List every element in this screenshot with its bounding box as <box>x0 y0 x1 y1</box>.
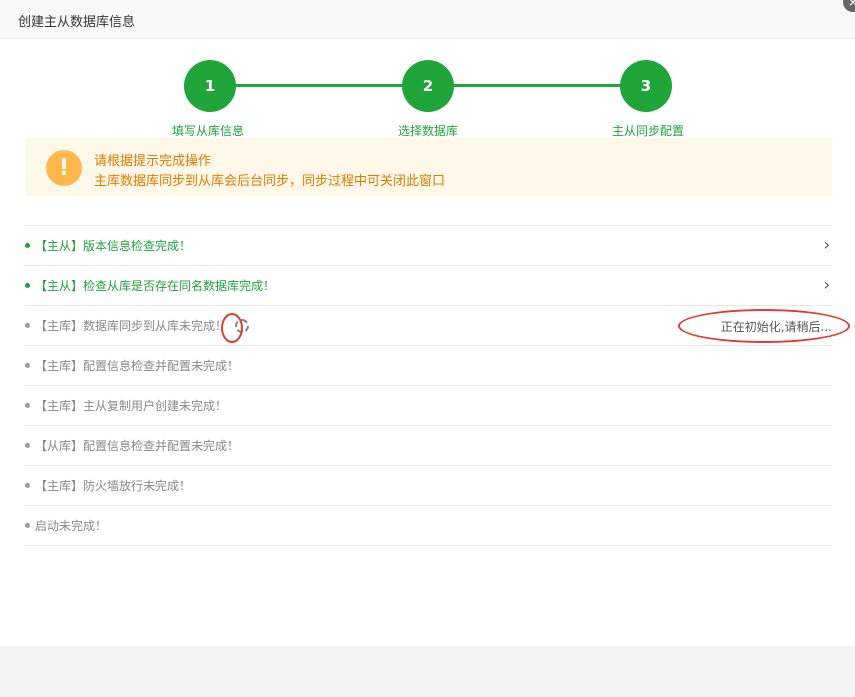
status-dot-icon <box>25 443 30 448</box>
dialog-header: 创建主从数据库信息 × <box>0 0 855 39</box>
step-2-label: 选择数据库 <box>397 124 458 138</box>
step-connector-2 <box>454 84 620 87</box>
check-item-text: 【主库】配置信息检查并配置未完成！ <box>35 359 240 373</box>
status-dot-icon <box>25 403 30 408</box>
check-item-text: 【主库】主从复制用户创建未完成！ <box>35 399 228 413</box>
alert-title: 请根据提示完成操作 <box>94 154 212 169</box>
step-3-label: 主从同步配置 <box>611 124 684 138</box>
step-1-circle: 1 <box>184 60 236 112</box>
check-item: 【主库】防火墙放行未完成！ <box>25 466 832 506</box>
annotation-circle <box>221 313 243 343</box>
step-2-circle: 2 <box>402 60 454 112</box>
status-dot-icon <box>25 363 30 368</box>
check-item-text: 启动未完成！ <box>35 519 108 533</box>
chevron-right-icon[interactable]: › <box>824 235 830 254</box>
status-dot-icon <box>25 483 30 488</box>
annotation-ellipse <box>678 309 850 343</box>
status-dot-icon <box>25 523 30 528</box>
check-item-text: 【主从】版本信息检查完成！ <box>35 239 192 253</box>
check-item: 启动未完成！ <box>25 506 832 546</box>
check-list: 【主从】版本信息检查完成！ › 【主从】检查从库是否存在同名数据库完成！ › 【… <box>25 225 832 546</box>
dialog-title: 创建主从数据库信息 <box>18 15 136 30</box>
check-item[interactable]: 【主从】版本信息检查完成！ › <box>25 226 832 266</box>
alert-message: 主库数据库同步到从库会后台同步，同步过程中可关闭此窗口 <box>94 174 446 189</box>
check-item-text: 【主从】检查从库是否存在同名数据库完成！ <box>35 279 276 293</box>
dialog-footer <box>0 646 855 697</box>
status-dot-icon <box>25 283 30 288</box>
check-item-text: 【主库】数据库同步到从库未完成！ <box>35 319 228 333</box>
check-item: 【主库】配置信息检查并配置未完成！ <box>25 346 832 386</box>
step-3-circle: 3 <box>620 60 672 112</box>
warning-alert: ! 请根据提示完成操作 主库数据库同步到从库会后台同步，同步过程中可关闭此窗口 <box>25 138 832 196</box>
step-1-label: 填写从库信息 <box>171 124 244 138</box>
warning-icon: ! <box>46 150 82 186</box>
check-item: 【主库】主从复制用户创建未完成！ <box>25 386 832 426</box>
check-item-text: 【主库】防火墙放行未完成！ <box>35 479 192 493</box>
check-item: 【从库】配置信息检查并配置未完成！ <box>25 426 832 466</box>
close-icon[interactable]: × <box>843 0 855 12</box>
step-connector-1 <box>236 84 402 87</box>
status-dot-icon <box>25 243 30 248</box>
check-item[interactable]: 【主从】检查从库是否存在同名数据库完成！ › <box>25 266 832 306</box>
chevron-right-icon[interactable]: › <box>824 275 830 294</box>
status-dot-icon <box>25 323 30 328</box>
check-item-text: 【从库】配置信息检查并配置未完成！ <box>35 439 240 453</box>
